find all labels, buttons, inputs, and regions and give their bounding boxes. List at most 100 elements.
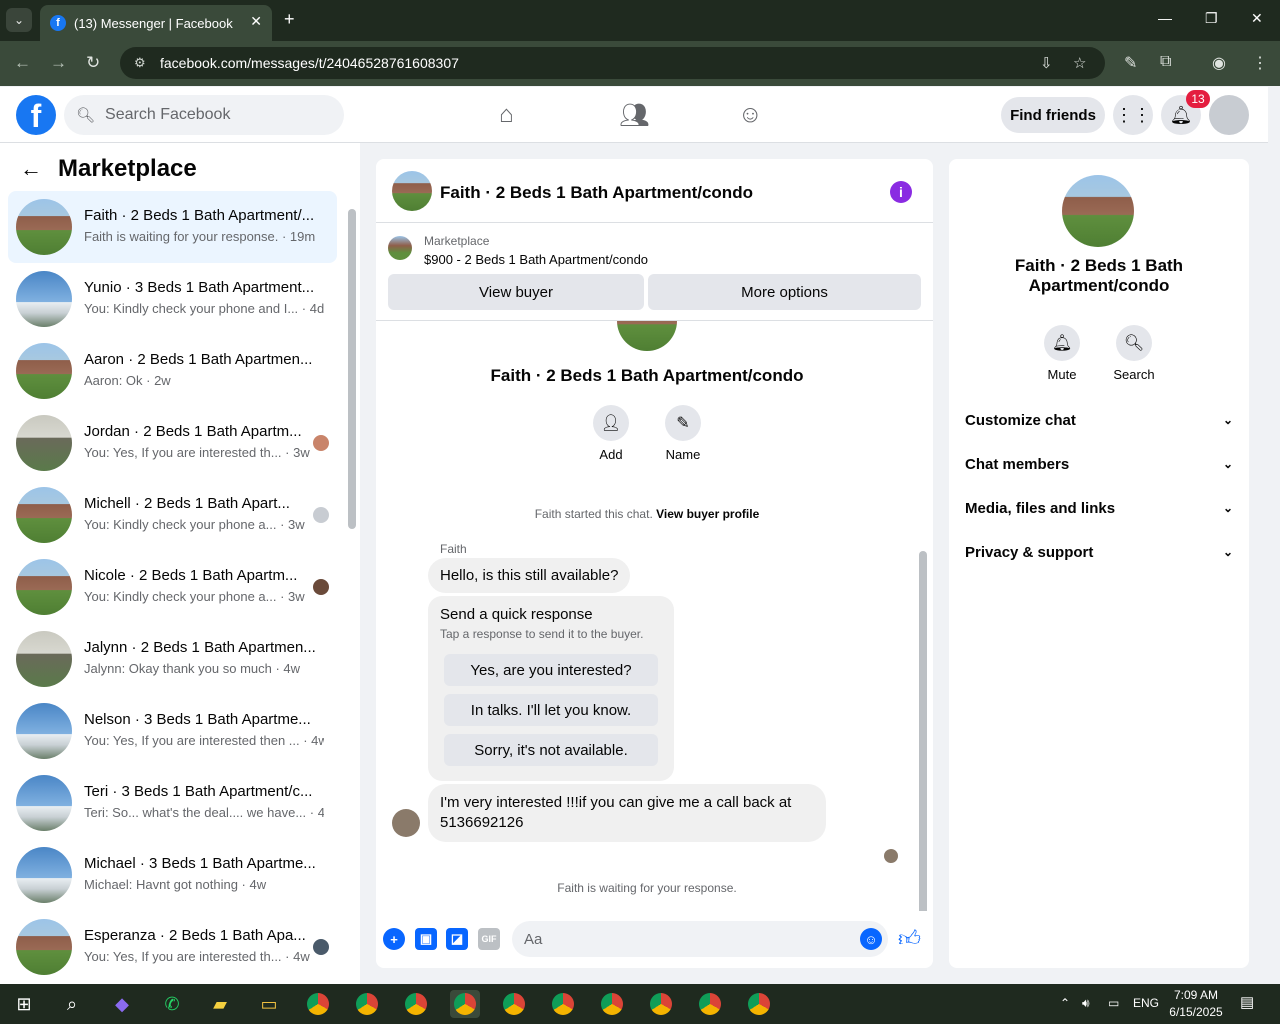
search-icon[interactable]: ⌕ [57,990,87,1018]
install-icon[interactable]: ⇩ [1040,54,1053,72]
sender-avatar[interactable] [392,809,420,837]
back-icon[interactable]: ← [14,53,31,73]
chrome-icon[interactable] [548,990,578,1018]
plus-icon[interactable]: + [383,928,405,950]
menu-grid-icon[interactable]: ⋮⋮ [1113,95,1153,135]
chat-preview: You: Yes, If you are interested then ...… [84,733,324,748]
chat-list-item[interactable]: Nicole · 2 Beds 1 Bath Apartm... You: Ki… [8,551,337,623]
pen-icon[interactable]: ✎ [1124,53,1137,73]
listing-title[interactable]: $900 - 2 Beds 1 Bath Apartment/condo [424,252,648,267]
forward-icon[interactable]: → [50,53,67,73]
thread-scrollbar[interactable] [919,551,927,911]
network-icon[interactable]: ▭ [1108,996,1119,1010]
windows-start-icon[interactable]: ⊞ [9,990,39,1018]
url-bar[interactable]: ⚙ facebook.com/messages/t/24046528761608… [120,47,1105,79]
chat-list-item[interactable]: Aaron · 2 Beds 1 Bath Apartmen... Aaron:… [8,335,337,407]
section-label: Customize chat [965,411,1076,429]
media-files-links-section[interactable]: Media, files and links ⌄ [965,496,1233,520]
notification-center-icon[interactable]: ▤ [1240,993,1254,1011]
info-icon[interactable]: i [890,181,912,203]
chat-thumbnail [16,919,72,975]
address-bar-area: ← → ↻ ⚙ facebook.com/messages/t/24046528… [0,41,1280,86]
bookmark-star-icon[interactable]: ☆ [1073,54,1086,72]
language-indicator[interactable]: ENG [1133,996,1159,1010]
file-explorer-icon[interactable]: ▭ [254,990,284,1018]
chat-list-scrollbar[interactable] [348,209,356,529]
chrome-icon[interactable] [450,990,480,1018]
emoji-icon[interactable]: ☺ [860,928,882,950]
quick-reply-button[interactable]: In talks. I'll let you know. [444,694,658,726]
chat-preview: Faith is waiting for your response. · 19… [84,229,316,244]
whatsapp-icon[interactable]: ✆ [157,990,187,1018]
chat-list-item[interactable]: Jordan · 2 Beds 1 Bath Apartm... You: Ye… [8,407,337,479]
chat-list-item[interactable]: Esperanza · 2 Beds 1 Bath Apa... You: Ye… [8,911,337,983]
facebook-logo[interactable]: f [16,95,56,135]
mute-button[interactable]: 🔔︎ Mute [1032,325,1092,382]
privacy-support-section[interactable]: Privacy & support ⌄ [965,540,1233,564]
search-input[interactable]: 🔍︎ Search Facebook [64,95,344,135]
gif-icon[interactable]: GIF [478,928,500,950]
chrome-icon[interactable] [744,990,774,1018]
close-tab-icon[interactable]: ✕ [250,13,262,30]
add-people-button[interactable]: 👤︎ Add [581,405,641,462]
chat-list-item[interactable]: Jalynn · 2 Beds 1 Bath Apartmen... Jalyn… [8,623,337,695]
chrome-icon[interactable] [352,990,382,1018]
chat-name: Esperanza · 2 Beds 1 Bath Apa... [84,927,306,944]
message-input[interactable]: Aa [512,921,888,957]
view-buyer-profile-link[interactable]: View buyer profile [656,507,759,521]
chat-name: Jordan · 2 Beds 1 Bath Apartm... [84,423,302,440]
customize-chat-section[interactable]: Customize chat ⌄ [965,408,1233,432]
chat-preview: Jalynn: Okay thank you so much · 4w [84,661,301,676]
more-options-button[interactable]: More options [648,274,921,310]
search-chat-button[interactable]: 🔍︎ Search [1104,325,1164,382]
message-thread: Faith · 2 Beds 1 Bath Apartment/condo 👤︎… [376,321,933,911]
chat-list-item[interactable]: Nelson · 3 Beds 1 Bath Apartme... You: Y… [8,695,337,767]
edit-name-button[interactable]: ✎ Name [653,405,713,462]
reload-icon[interactable]: ↻ [86,53,100,73]
photo-icon[interactable]: ▣ [415,928,437,950]
thumbs-up-icon[interactable]: 👍︎ [898,925,921,952]
mute-label: Mute [1047,367,1077,382]
minimize-icon[interactable]: — [1158,10,1172,26]
chat-list-item[interactable]: Teri · 3 Beds 1 Bath Apartment/c... Teri… [8,767,337,839]
chat-members-section[interactable]: Chat members ⌄ [965,452,1233,476]
maximize-icon[interactable]: ❐ [1205,10,1218,27]
chrome-icon[interactable] [695,990,725,1018]
details-panel: Faith · 2 Beds 1 Bath Apartment/condo 🔔︎… [949,159,1249,968]
chrome-icon[interactable] [499,990,529,1018]
volume-icon[interactable]: 🔊︎ [1082,996,1090,1011]
chat-list-item[interactable]: Michael · 3 Beds 1 Bath Apartme... Micha… [8,839,337,911]
copilot-icon[interactable]: ◆ [107,990,137,1018]
conversation-avatar[interactable] [392,171,432,211]
menu-icon[interactable]: ⋮ [1252,53,1268,73]
browser-tab[interactable]: f (13) Messenger | Facebook ✕ [40,5,272,41]
profile-icon[interactable]: ◉ [1212,53,1226,73]
chrome-icon[interactable] [646,990,676,1018]
clock[interactable]: 7:09 AM 6/15/2025 [1166,987,1226,1021]
chat-list-item[interactable]: Faith · 2 Beds 1 Bath Apartment/... Fait… [8,191,337,263]
back-arrow-icon[interactable]: ← [20,156,42,182]
chrome-icon[interactable] [401,990,431,1018]
chat-list-item[interactable]: Yunio · 3 Beds 1 Bath Apartment... You: … [8,263,337,335]
account-avatar[interactable] [1209,95,1249,135]
find-friends-button[interactable]: Find friends [1001,97,1105,133]
quick-reply-button[interactable]: Sorry, it's not available. [444,734,658,766]
chrome-icon[interactable] [597,990,627,1018]
close-window-icon[interactable]: ✕ [1251,10,1263,27]
chrome-icon[interactable] [303,990,333,1018]
extensions-icon[interactable]: ⧉ [1160,53,1171,71]
quick-reply-button[interactable]: Yes, are you interested? [444,654,658,686]
new-tab-icon[interactable]: + [284,9,295,30]
show-hidden-icons-icon[interactable]: ⌃ [1060,996,1070,1010]
sticky-notes-icon[interactable]: ▰ [205,990,235,1018]
sticker-icon[interactable]: ◪ [446,928,468,950]
home-icon[interactable]: ⌂ [499,101,514,129]
tab-search-icon[interactable]: ⌄ [6,8,32,32]
conversation-title[interactable]: Faith · 2 Beds 1 Bath Apartment/condo [440,183,753,203]
chat-list-item[interactable]: Michell · 2 Beds 1 Bath Apart... You: Ki… [8,479,337,551]
groups-icon[interactable]: ☺ [738,101,763,129]
site-info-icon[interactable]: ⚙ [134,55,152,71]
chat-name: Yunio · 3 Beds 1 Bath Apartment... [84,279,315,296]
view-buyer-button[interactable]: View buyer [388,274,644,310]
friends-icon[interactable]: 👥︎ [619,101,649,130]
